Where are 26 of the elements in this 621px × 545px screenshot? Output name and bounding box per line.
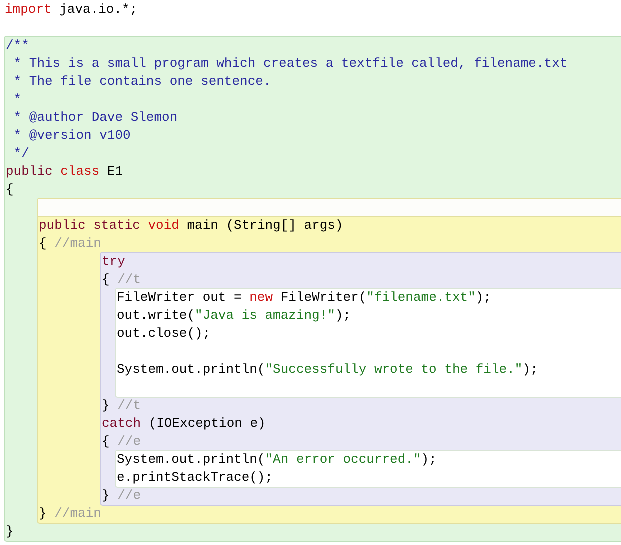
code-line: } //t xyxy=(101,397,142,415)
code-line: * @author Dave Slemon xyxy=(12,109,179,127)
code-line: FileWriter out = new FileWriter("filename.txt"); xyxy=(116,289,492,307)
code-line: * xyxy=(12,91,23,109)
code-line: try xyxy=(101,253,126,271)
code-line: out.write("Java is amazing!"); xyxy=(116,307,352,325)
code-line: } //main xyxy=(38,505,102,523)
code-line: import java.io.*; xyxy=(4,1,139,19)
code-line: } xyxy=(5,523,15,541)
code-line: System.out.println("An error occurred."); xyxy=(116,451,438,469)
code-line: */ xyxy=(12,145,30,163)
code-line: public class E1 xyxy=(5,163,124,181)
code-line: { //e xyxy=(101,433,142,451)
code-line: { //t xyxy=(101,271,142,289)
code-line: out.close(); xyxy=(116,325,212,343)
code-line: catch (IOException e) xyxy=(101,415,267,433)
code-line: public static void main (String[] args) xyxy=(38,217,344,235)
code-line: } //e xyxy=(101,487,142,505)
code-line: * This is a small program which creates a textfile called, filename.txt xyxy=(12,55,569,73)
code-line: { xyxy=(5,181,15,199)
code-line: { //main xyxy=(38,235,102,253)
code-line: System.out.println("Successfully wrote to the file."); xyxy=(116,361,540,379)
code-line: * The file contains one sentence. xyxy=(12,73,272,91)
code-line: /** xyxy=(5,37,30,55)
code-line: * @version v100 xyxy=(12,127,132,145)
code-line: e.printStackTrace(); xyxy=(116,469,274,487)
